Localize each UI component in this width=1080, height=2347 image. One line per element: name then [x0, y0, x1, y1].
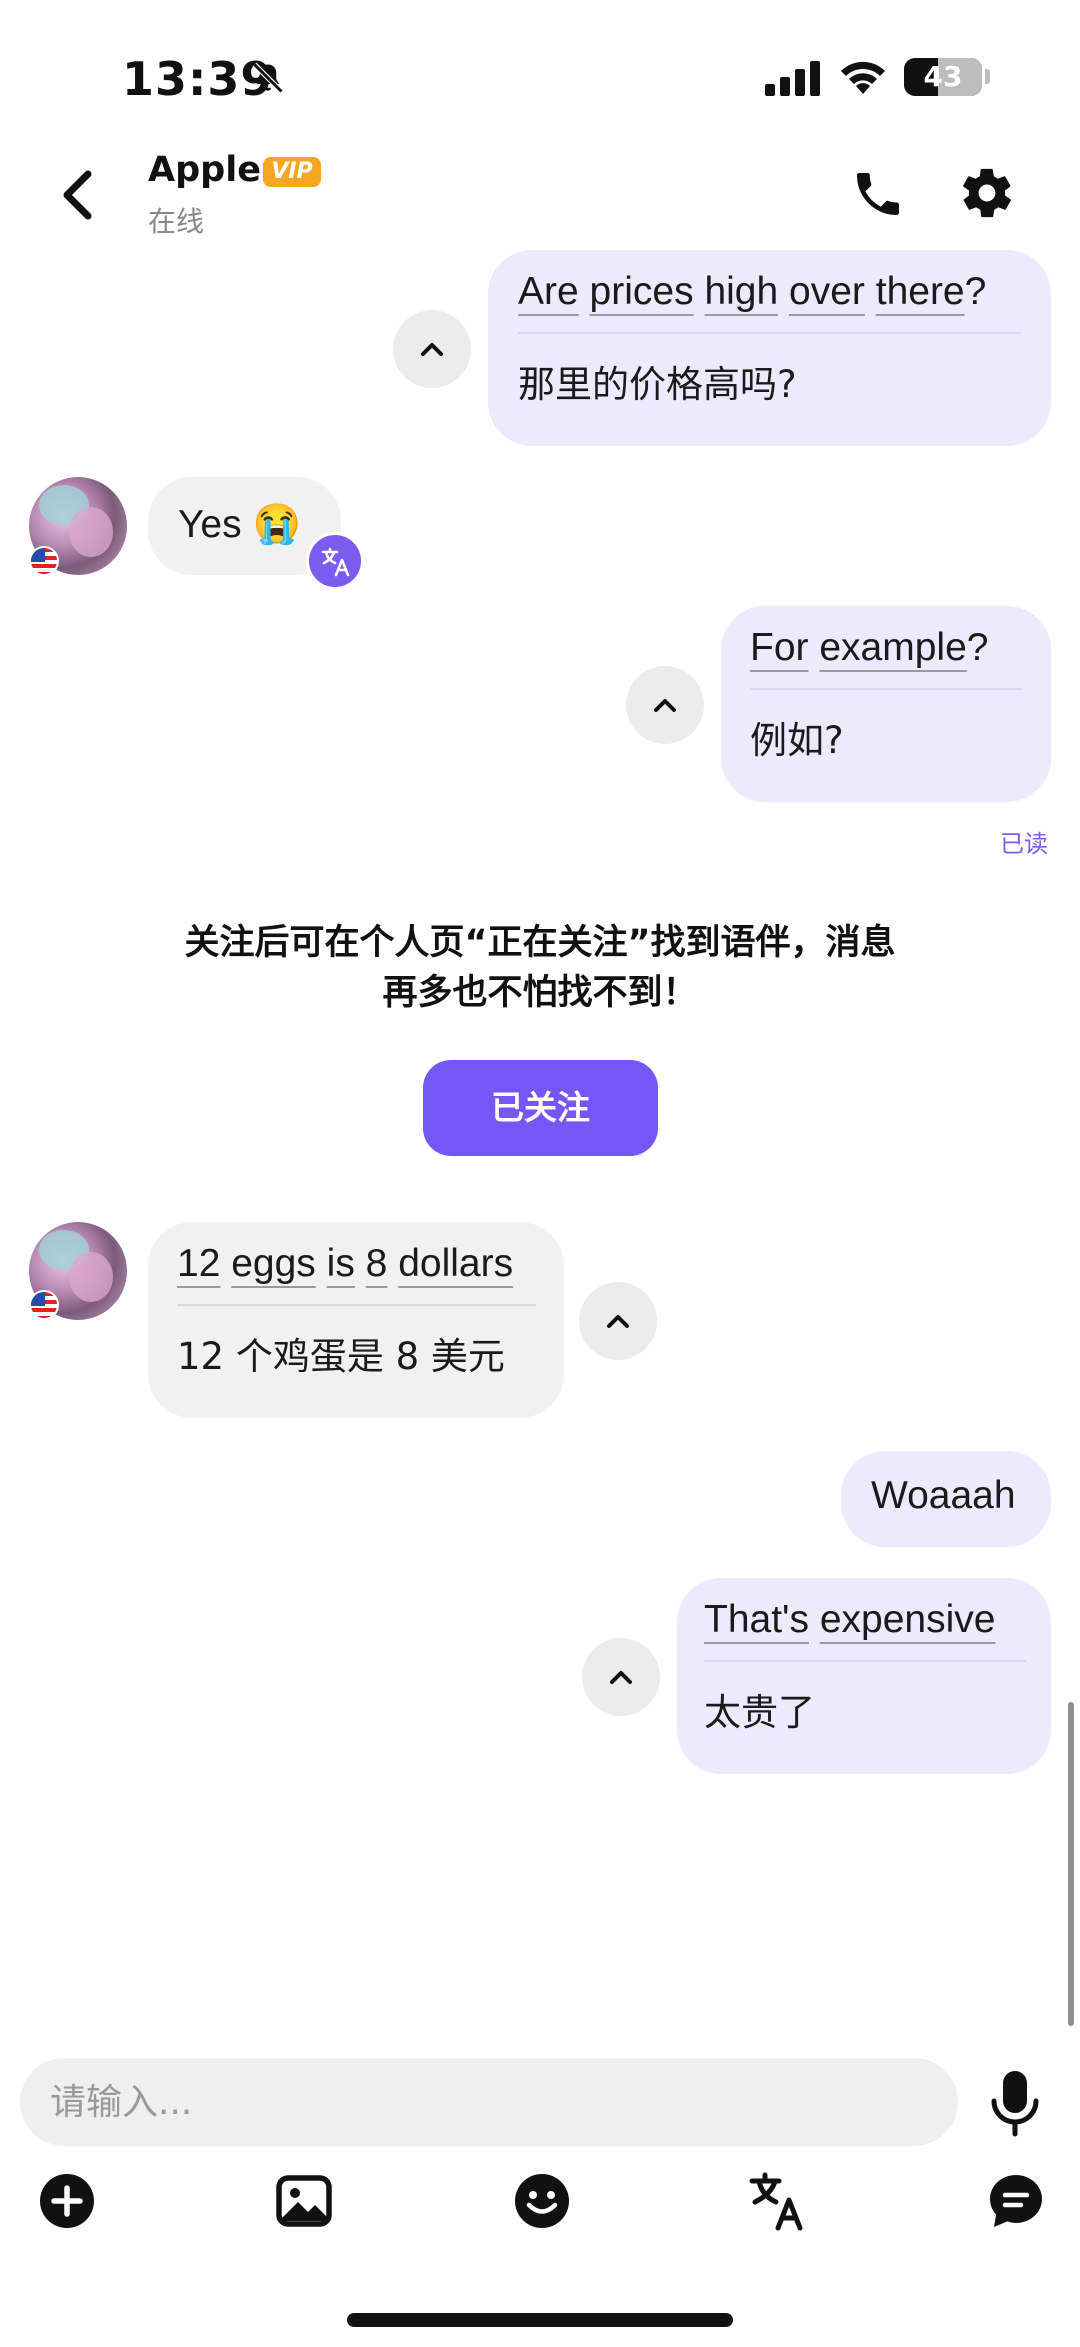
word[interactable]: 8 — [366, 1242, 388, 1285]
contact-name[interactable]: Apple — [148, 150, 261, 190]
add-button[interactable] — [36, 2170, 98, 2232]
image-button[interactable] — [273, 2170, 335, 2232]
chat-header: Apple VIP 在线 — [0, 140, 1080, 250]
divider — [750, 688, 1023, 690]
back-button[interactable] — [50, 160, 110, 230]
divider — [177, 1304, 536, 1306]
message-bubble-outgoing[interactable]: That's expensive 太贵了 — [677, 1578, 1051, 1774]
chevron-up-icon — [421, 343, 443, 356]
message-bubble-incoming[interactable]: 12 eggs is 8 dollars 12 个鸡蛋是 8 美元 — [148, 1222, 564, 1418]
message-translation: 例如? — [750, 719, 844, 762]
message-bubble-outgoing[interactable]: Are prices high over there? 那里的价格高吗? — [488, 250, 1051, 446]
word[interactable]: over — [789, 270, 865, 313]
following-button[interactable]: 已关注 — [423, 1060, 658, 1156]
message-bubble-outgoing[interactable]: For example? 例如? — [721, 606, 1051, 802]
word[interactable]: example — [819, 626, 966, 669]
word[interactable]: For — [750, 626, 809, 669]
us-flag-icon — [29, 546, 59, 576]
bell-muted-icon — [252, 62, 284, 94]
translate-button[interactable] — [306, 532, 364, 590]
add-icon — [40, 2174, 94, 2228]
word[interactable]: Are — [518, 270, 579, 313]
us-flag-icon — [29, 1290, 59, 1320]
battery-tip — [985, 69, 990, 84]
wifi-icon — [841, 61, 885, 94]
message-translation: 12 个鸡蛋是 8 美元 — [177, 1335, 505, 1378]
message-original-text: 12 eggs is 8 dollars — [177, 1242, 536, 1286]
follow-notice-line: 再多也不怕找不到！ — [382, 973, 698, 1013]
image-icon — [276, 2175, 332, 2227]
collapse-translation-button[interactable] — [579, 1282, 657, 1360]
read-receipt: 已读 — [1000, 830, 1048, 858]
message-bubble-outgoing[interactable]: Woaaah — [841, 1451, 1051, 1547]
emoji-button[interactable] — [511, 2170, 573, 2232]
divider — [704, 1660, 1026, 1662]
battery-level: 43 — [923, 60, 963, 93]
phone-call-button[interactable] — [850, 166, 906, 222]
collapse-translation-button[interactable] — [393, 310, 471, 388]
settings-gear-button[interactable] — [958, 164, 1016, 222]
chevron-up-icon — [607, 1315, 629, 1328]
word[interactable]: high — [704, 270, 778, 313]
collapse-translation-button[interactable] — [626, 666, 704, 744]
message-translation: 太贵了 — [704, 1691, 815, 1734]
word[interactable]: is — [327, 1242, 355, 1285]
battery-indicator: 43 — [904, 58, 982, 96]
message-original-text: For example? — [750, 626, 1023, 670]
emoji-icon — [515, 2174, 569, 2228]
cellular-signal-icon — [765, 61, 820, 96]
word[interactable]: there — [876, 270, 965, 313]
message-original-text: That's expensive — [704, 1598, 1026, 1642]
punctuation: ? — [964, 270, 987, 313]
word[interactable]: That's — [704, 1598, 809, 1641]
status-bar: 13:39 43 — [0, 0, 1080, 150]
message-input-box[interactable] — [20, 2058, 958, 2146]
divider — [518, 332, 1021, 334]
chevron-up-icon — [654, 699, 676, 712]
chat-bubble-icon — [990, 2175, 1042, 2227]
word[interactable]: 12 — [177, 1242, 220, 1285]
message-input[interactable] — [50, 2058, 930, 2146]
chevron-up-icon — [610, 1671, 632, 1684]
word[interactable]: eggs — [231, 1242, 316, 1285]
collapse-translation-button[interactable] — [582, 1638, 660, 1716]
word[interactable]: prices — [590, 270, 694, 313]
word[interactable]: dollars — [398, 1242, 513, 1285]
punctuation: ? — [966, 626, 989, 669]
translate-icon — [321, 547, 350, 577]
follow-notice-line: 关注后可在个人页“正在关注”找到语伴，消息 — [184, 923, 896, 963]
translate-button[interactable] — [748, 2170, 810, 2232]
vip-badge: VIP — [263, 157, 321, 187]
contact-status: 在线 — [148, 205, 205, 238]
microphone-button[interactable] — [986, 2068, 1044, 2138]
follow-notice: 关注后可在个人页“正在关注”找到语伴，消息 再多也不怕找不到！ — [90, 918, 990, 1018]
message-text: Woaaah — [871, 1474, 1016, 1517]
translate-icon — [749, 2172, 803, 2231]
home-indicator[interactable] — [347, 2313, 733, 2327]
chat-toolbar — [0, 2170, 1080, 2236]
word[interactable]: expensive — [820, 1598, 996, 1641]
message-translation: 那里的价格高吗? — [518, 363, 797, 406]
chat-bubble-button[interactable] — [985, 2170, 1047, 2232]
message-original-text: Are prices high over there? — [518, 270, 1021, 314]
scrollbar[interactable] — [1068, 1702, 1074, 2026]
